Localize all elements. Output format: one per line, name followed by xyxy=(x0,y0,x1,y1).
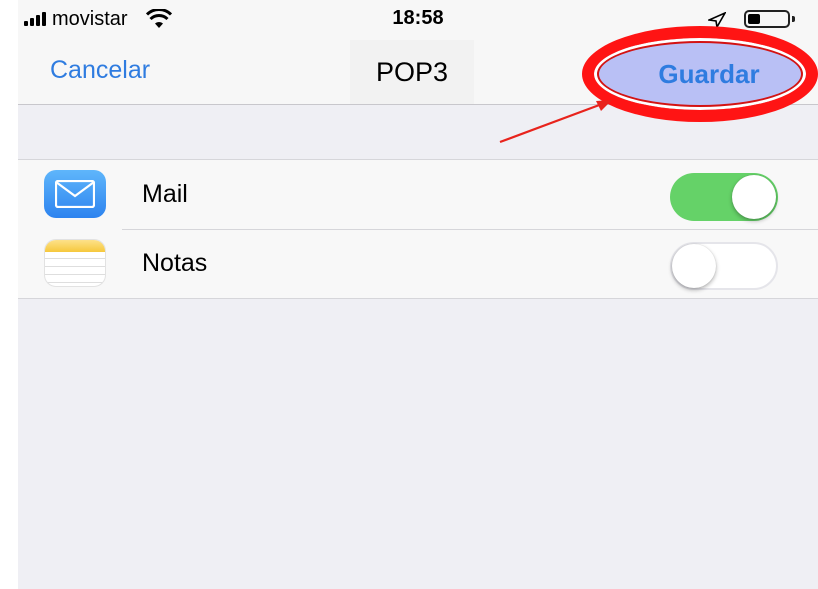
notes-icon xyxy=(44,239,106,287)
mail-icon xyxy=(44,170,106,218)
list-item-notes: Notas xyxy=(18,229,818,298)
list-item-label: Mail xyxy=(142,180,188,208)
mail-toggle[interactable] xyxy=(670,173,778,221)
settings-screen: movistar 18:58 Cancelar POP3 Guardar Mai… xyxy=(18,0,818,589)
list-item-mail: Mail xyxy=(18,160,818,229)
page-title-text: POP3 xyxy=(375,56,449,87)
settings-list: Mail Notas xyxy=(18,159,818,299)
notes-toggle[interactable] xyxy=(670,242,778,290)
save-button[interactable]: Guardar xyxy=(582,26,818,122)
cancel-button[interactable]: Cancelar xyxy=(50,56,150,85)
page-title: POP3 xyxy=(350,40,474,104)
list-item-label: Notas xyxy=(142,249,208,277)
